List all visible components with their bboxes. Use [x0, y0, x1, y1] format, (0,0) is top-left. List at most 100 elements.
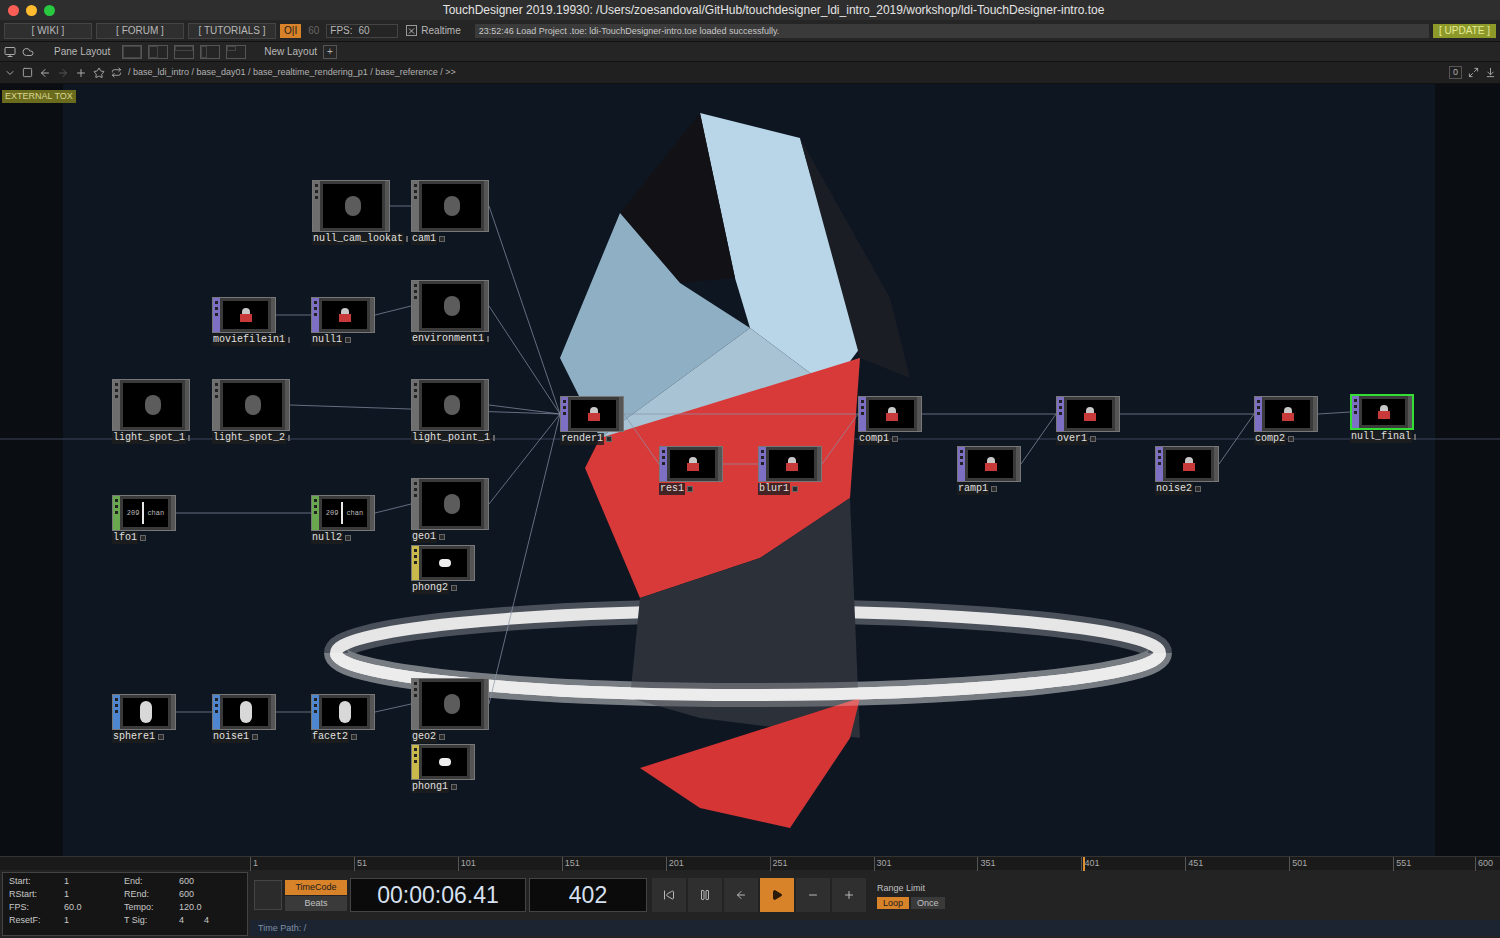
transport-button[interactable]	[688, 878, 722, 912]
operator-node[interactable]: 209chanlfo1	[112, 495, 176, 544]
node-body[interactable]	[858, 396, 922, 432]
node-body[interactable]	[659, 446, 723, 482]
node-flag[interactable]	[351, 734, 357, 740]
node-flag[interactable]	[188, 435, 190, 441]
operator-node[interactable]: comp1	[858, 396, 922, 445]
link-button[interactable]: [ FORUM ]	[96, 23, 184, 39]
layout-option-icon[interactable]	[200, 45, 220, 59]
node-flag[interactable]	[493, 435, 495, 441]
close-button[interactable]	[8, 5, 19, 16]
operator-node[interactable]: sphere1	[112, 694, 176, 743]
node-flag[interactable]	[1090, 436, 1096, 442]
node-flag[interactable]	[991, 486, 997, 492]
operator-node[interactable]: null_cam_lookat	[312, 180, 390, 245]
transport-button[interactable]	[760, 878, 794, 912]
node-body[interactable]	[411, 280, 489, 332]
maximize-icon[interactable]	[1468, 67, 1479, 78]
node-body[interactable]	[411, 744, 475, 780]
node-body[interactable]	[212, 694, 276, 730]
operator-node[interactable]: light_spot_1	[112, 379, 190, 444]
minimize-button[interactable]	[26, 5, 37, 16]
node-body[interactable]	[212, 297, 276, 333]
layout-option-icon[interactable]	[174, 45, 194, 59]
update-button[interactable]: [ UPDATE ]	[1433, 24, 1496, 38]
node-flag[interactable]	[140, 535, 146, 541]
oi-button[interactable]: O|I	[280, 24, 301, 38]
transport-button[interactable]	[652, 878, 686, 912]
operator-node[interactable]: facet2	[311, 694, 375, 743]
node-flag[interactable]	[606, 436, 612, 442]
operator-node[interactable]: geo2	[411, 678, 489, 743]
node-flag[interactable]	[451, 784, 457, 790]
node-flag[interactable]	[288, 337, 290, 343]
link-button[interactable]: [ WIKI ]	[4, 23, 92, 39]
transport-button[interactable]	[796, 878, 830, 912]
setting-value[interactable]: 44	[179, 914, 239, 927]
node-flag[interactable]	[158, 734, 164, 740]
operator-node[interactable]: ramp1	[957, 446, 1021, 495]
repeat-icon[interactable]	[111, 67, 122, 78]
back-icon[interactable]	[39, 67, 51, 79]
setting-value[interactable]: 1	[64, 875, 124, 888]
node-body[interactable]	[311, 297, 375, 333]
setting-value[interactable]: 600	[179, 888, 239, 901]
setting-value[interactable]: 1	[64, 914, 124, 927]
operator-node[interactable]: comp2	[1254, 396, 1318, 445]
dropdown-icon[interactable]	[4, 67, 16, 79]
transport-button[interactable]	[832, 878, 866, 912]
node-body[interactable]: 209chan	[311, 495, 375, 531]
node-flag[interactable]	[487, 336, 489, 342]
monitor-icon[interactable]	[4, 46, 16, 58]
node-body[interactable]	[112, 379, 190, 431]
frame-display[interactable]: 402	[529, 878, 647, 912]
layout-option-icon[interactable]	[148, 45, 168, 59]
add-icon[interactable]	[75, 67, 87, 79]
node-flag[interactable]	[406, 236, 408, 242]
fps-cap[interactable]: 60	[305, 25, 322, 37]
node-flag[interactable]	[1195, 486, 1201, 492]
star-icon[interactable]	[93, 67, 105, 79]
node-flag[interactable]	[288, 435, 290, 441]
setting-value[interactable]: 600	[179, 875, 239, 888]
node-flag[interactable]	[687, 486, 693, 492]
operator-node[interactable]: noise1	[212, 694, 276, 743]
timecode-mode-button[interactable]: Beats	[285, 896, 347, 911]
operator-node[interactable]: null_final	[1350, 394, 1414, 443]
node-body[interactable]	[311, 694, 375, 730]
new-layout-label[interactable]: New Layout	[264, 46, 317, 58]
node-flag[interactable]	[792, 486, 798, 492]
operator-node[interactable]: geo1	[411, 478, 489, 543]
node-body[interactable]	[312, 180, 390, 232]
node-flag[interactable]	[439, 236, 445, 242]
operator-node[interactable]: blur1	[758, 446, 822, 495]
setting-value[interactable]: 120.0	[179, 901, 239, 914]
node-flag[interactable]	[439, 534, 445, 540]
node-body[interactable]: 209chan	[112, 495, 176, 531]
layout-option-icon[interactable]	[122, 45, 142, 59]
timecode-display[interactable]: 00:00:06.41	[350, 878, 526, 912]
realtime-checkbox[interactable]	[406, 25, 417, 36]
operator-node[interactable]: moviefilein1	[212, 297, 276, 346]
operator-node[interactable]: noise2	[1155, 446, 1219, 495]
node-flag[interactable]	[345, 535, 351, 541]
forward-icon[interactable]	[57, 67, 69, 79]
node-body[interactable]	[957, 446, 1021, 482]
layout-option-icon[interactable]	[226, 45, 246, 59]
range-option-button[interactable]: Once	[911, 897, 945, 909]
node-body[interactable]	[758, 446, 822, 482]
node-flag[interactable]	[451, 585, 457, 591]
node-flag[interactable]	[892, 436, 898, 442]
timecode-mode-button[interactable]: TimeCode	[285, 880, 347, 895]
link-button[interactable]: [ TUTORIALS ]	[188, 23, 276, 39]
node-flag[interactable]	[439, 734, 445, 740]
node-body[interactable]	[212, 379, 290, 431]
operator-node[interactable]: environment1	[411, 280, 489, 345]
operator-node[interactable]: phong1	[411, 744, 475, 793]
add-layout-button[interactable]: +	[323, 45, 337, 59]
node-body[interactable]	[411, 545, 475, 581]
operator-node[interactable]: phong2	[411, 545, 475, 594]
cloud-icon[interactable]	[22, 46, 34, 58]
network-editor[interactable]: EXTERNAL TOXnull_cam_lookatcam1moviefile…	[0, 84, 1500, 856]
operator-node[interactable]: null1	[311, 297, 375, 346]
node-body[interactable]	[411, 379, 489, 431]
